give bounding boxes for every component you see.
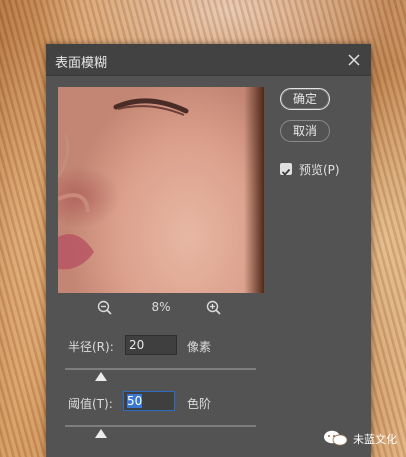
- radius-slider-track[interactable]: [65, 368, 256, 370]
- dialog-titlebar[interactable]: 表面模糊: [46, 44, 371, 76]
- ok-button[interactable]: 确定: [280, 88, 330, 110]
- zoom-level: 8%: [151, 300, 171, 314]
- zoom-controls: 8%: [58, 298, 264, 318]
- radius-label: 半径(R):: [68, 340, 114, 354]
- threshold-value-selection: 50: [127, 394, 143, 408]
- zoom-in-icon[interactable]: [205, 299, 223, 317]
- checkmark-icon: [281, 168, 291, 176]
- radius-input[interactable]: [125, 335, 177, 355]
- threshold-unit: 色阶: [187, 397, 212, 411]
- preview-checkbox-label: 预览(P): [299, 163, 340, 177]
- threshold-input[interactable]: 50: [123, 391, 175, 411]
- preview-image[interactable]: [58, 87, 264, 293]
- preview-checkbox[interactable]: [280, 163, 292, 176]
- surface-blur-dialog: 表面模糊 8% 确定 取消 预览(P) 半径(R): 20 像素 阈值(T): …: [46, 44, 371, 457]
- radius-unit: 像素: [187, 340, 212, 354]
- close-icon[interactable]: [343, 47, 365, 71]
- watermark-text: 未蓝文化: [353, 433, 397, 446]
- watermark: 未蓝文化: [323, 429, 403, 447]
- dialog-title: 表面模糊: [55, 56, 108, 71]
- threshold-slider-track[interactable]: [65, 425, 256, 427]
- wechat-icon: [324, 430, 348, 446]
- threshold-label: 阈值(T):: [68, 397, 113, 411]
- cancel-button[interactable]: 取消: [280, 120, 330, 142]
